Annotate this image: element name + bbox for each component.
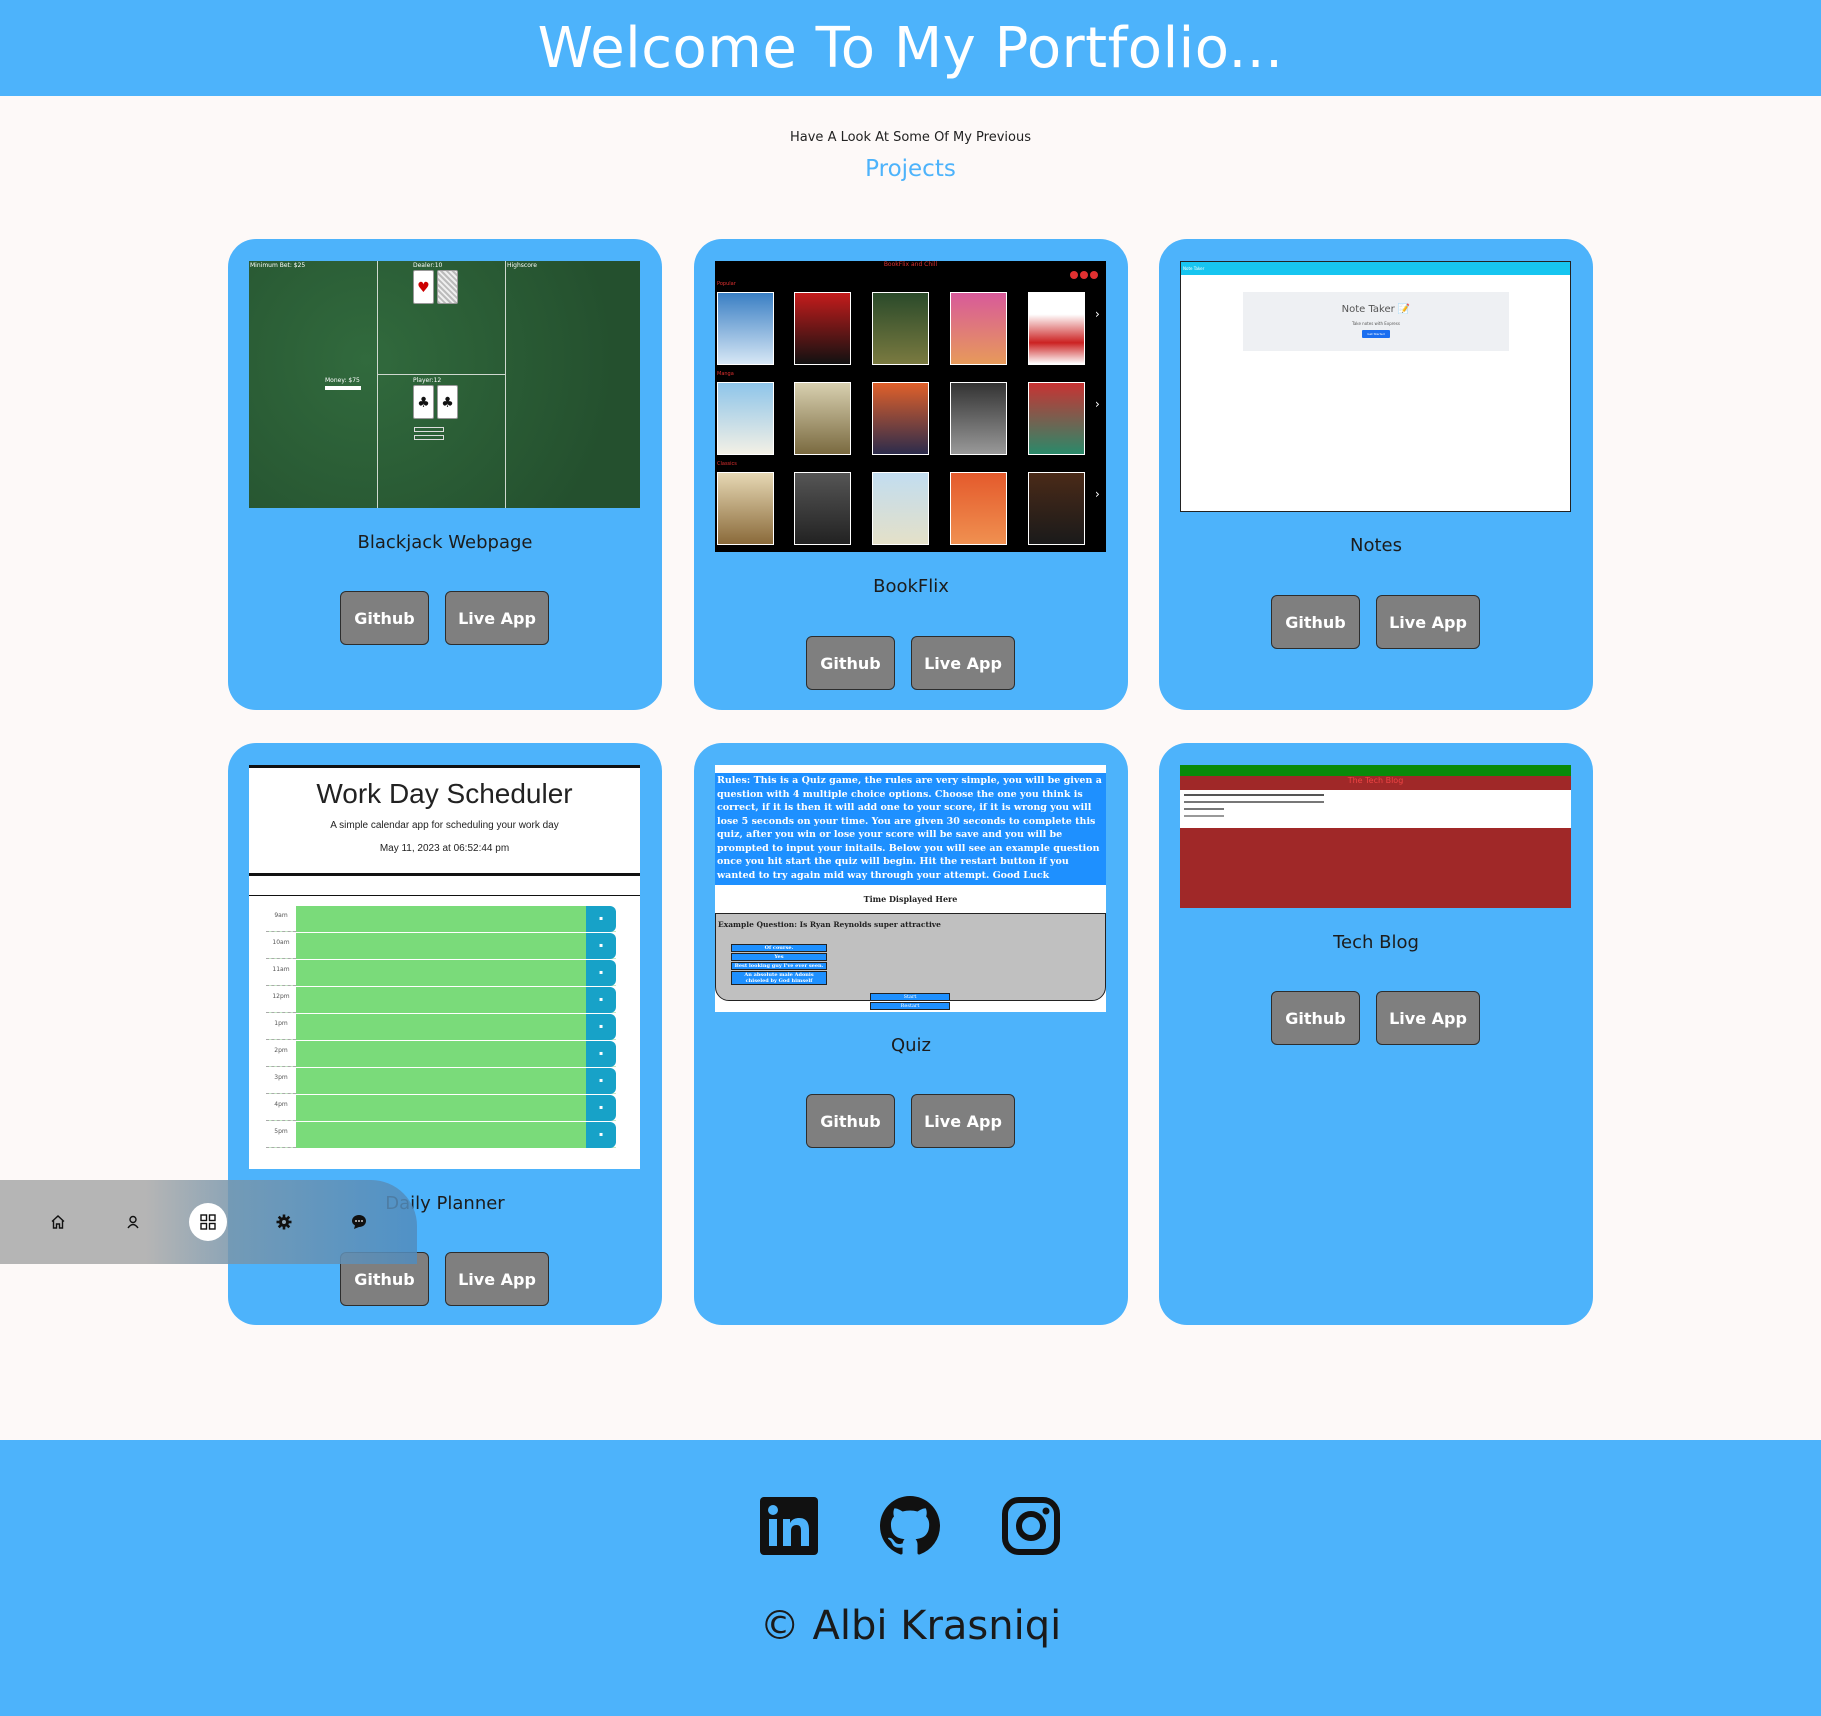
time-block-row: 10am ▪ [266, 933, 616, 959]
time-block-input [296, 1122, 586, 1148]
live-app-button[interactable]: Live App [445, 591, 549, 645]
scheduler-screenshot: Work Day Scheduler A simple calendar app… [249, 765, 640, 1169]
time-block-input [296, 1095, 586, 1121]
github-button[interactable]: Github [806, 1094, 895, 1148]
time-block-input [296, 987, 586, 1013]
project-card-blackjack: Minimum Bet: $25 Dealer:10 Highscore Mon… [228, 239, 662, 710]
time-block-hour: 10am [266, 933, 296, 959]
time-block-input [296, 906, 586, 932]
time-block-hour: 5pm [266, 1122, 296, 1148]
notes-screenshot: Note Taker Note Taker 📝 Take notes with … [1180, 261, 1571, 512]
github-button[interactable]: Github [1271, 595, 1360, 649]
github-icon[interactable] [880, 1496, 940, 1556]
projects-subtitle: Have A Look At Some Of My Previous [790, 130, 1031, 145]
save-icon: ▪ [586, 1014, 616, 1040]
quiz-screenshot: Rules: This is a Quiz game, the rules ar… [715, 765, 1106, 1012]
time-block-hour: 9am [266, 906, 296, 932]
save-icon: ▪ [586, 1041, 616, 1067]
time-block-input [296, 1068, 586, 1094]
project-card-quiz: Rules: This is a Quiz game, the rules ar… [694, 743, 1128, 1325]
live-app-button[interactable]: Live App [911, 1094, 1015, 1148]
save-icon: ▪ [586, 1095, 616, 1121]
time-block-row: 3pm ▪ [266, 1068, 616, 1094]
bookflix-screenshot: BookFlix and Chill Popular Manga Classic… [715, 261, 1106, 552]
github-button[interactable]: Github [806, 636, 895, 690]
project-title: BookFlix [873, 576, 949, 597]
live-app-button[interactable]: Live App [445, 1252, 549, 1306]
save-icon: ▪ [586, 1068, 616, 1094]
live-app-button[interactable]: Live App [1376, 991, 1480, 1045]
project-card-tech-blog: The Tech Blog Tech Blog Github Live App [1159, 743, 1593, 1325]
site-footer [0, 1440, 1821, 1716]
save-icon: ▪ [586, 906, 616, 932]
projects-heading: Projects [865, 156, 956, 182]
project-card-bookflix: BookFlix and Chill Popular Manga Classic… [694, 239, 1128, 710]
time-block-row: 11am ▪ [266, 960, 616, 986]
home-icon[interactable] [39, 1203, 77, 1241]
site-header: Welcome To My Portfolio... [0, 0, 1821, 96]
save-icon: ▪ [586, 933, 616, 959]
gear-icon[interactable] [265, 1203, 303, 1241]
github-button[interactable]: Github [1271, 991, 1360, 1045]
project-title: Quiz [890, 1035, 932, 1056]
time-block-row: 9am ▪ [266, 906, 616, 932]
project-title: Notes [1350, 535, 1402, 556]
page-title: Welcome To My Portfolio... [537, 15, 1284, 81]
chat-icon[interactable] [340, 1203, 378, 1241]
save-icon: ▪ [586, 1122, 616, 1148]
user-icon[interactable] [114, 1203, 152, 1241]
copyright-text: © Albi Krasniqi [759, 1603, 1062, 1649]
project-card-notes: Note Taker Note Taker 📝 Take notes with … [1159, 239, 1593, 710]
time-block-row: 1pm ▪ [266, 1014, 616, 1040]
time-block-row: 4pm ▪ [266, 1095, 616, 1121]
time-block-input [296, 960, 586, 986]
time-block-hour: 2pm [266, 1041, 296, 1067]
github-button[interactable]: Github [340, 591, 429, 645]
time-block-row: 5pm ▪ [266, 1122, 616, 1148]
grid-icon[interactable] [189, 1203, 227, 1241]
time-block-input [296, 933, 586, 959]
linkedin-icon[interactable] [759, 1496, 819, 1556]
time-block-row: 2pm ▪ [266, 1041, 616, 1067]
time-block-hour: 3pm [266, 1068, 296, 1094]
time-block-row: 12pm ▪ [266, 987, 616, 1013]
live-app-button[interactable]: Live App [1376, 595, 1480, 649]
project-title: Tech Blog [1333, 932, 1419, 953]
time-block-hour: 11am [266, 960, 296, 986]
time-block-hour: 12pm [266, 987, 296, 1013]
save-icon: ▪ [586, 987, 616, 1013]
instagram-icon[interactable] [1001, 1496, 1061, 1556]
time-block-input [296, 1014, 586, 1040]
floating-nav-bar [0, 1180, 417, 1264]
techblog-screenshot: The Tech Blog [1180, 765, 1571, 908]
time-block-hour: 1pm [266, 1014, 296, 1040]
live-app-button[interactable]: Live App [911, 636, 1015, 690]
time-block-hour: 4pm [266, 1095, 296, 1121]
blackjack-screenshot: Minimum Bet: $25 Dealer:10 Highscore Mon… [249, 261, 640, 508]
time-block-input [296, 1041, 586, 1067]
project-title: Blackjack Webpage [357, 532, 533, 553]
save-icon: ▪ [586, 960, 616, 986]
